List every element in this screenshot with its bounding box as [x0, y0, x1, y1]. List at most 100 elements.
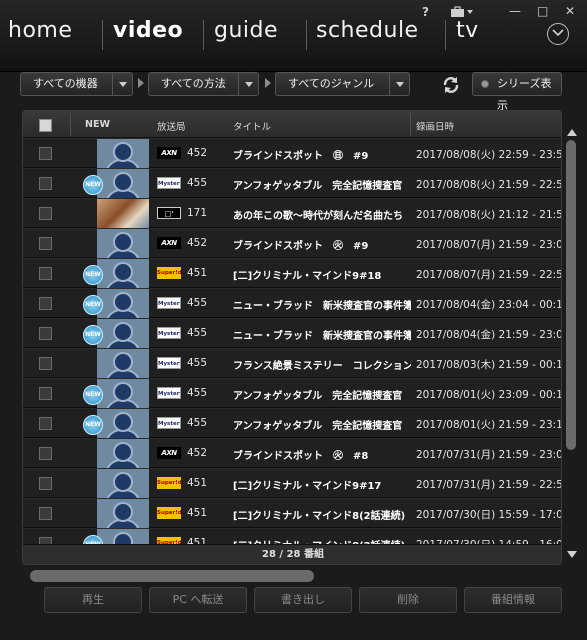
table-row[interactable]: NEW Mystery 455 ニュー・ブラッド 新米捜査官の事件簿 2017/08/0…: [23, 319, 561, 348]
nav-home[interactable]: home: [8, 18, 72, 43]
row-checkbox[interactable]: [39, 507, 52, 520]
nav-divider: [306, 20, 307, 50]
vertical-scrollbar[interactable]: [565, 125, 579, 565]
table-row[interactable]: NEW Mystery 455 アンフォゲッタブル 完全記憶捜査官 2017/08/01…: [23, 379, 561, 408]
channel-number: 455: [187, 327, 208, 339]
row-checkbox[interactable]: [39, 237, 52, 250]
transfer-to-pc-button[interactable]: PC へ転送: [149, 587, 247, 613]
scroll-down-icon[interactable]: [567, 551, 577, 558]
top-navigation: home video guide schedule tv ? — □ ✕: [0, 0, 587, 72]
channel-number: 451: [187, 267, 208, 279]
help-icon[interactable]: ?: [422, 5, 429, 19]
channel-number: 452: [187, 147, 208, 159]
column-header-recorded[interactable]: 録画日時: [416, 119, 454, 133]
device-filter-label: すべての機器: [33, 77, 98, 90]
table-row[interactable]: AXN 452 ブラインドスポット ㊐ #9 2017/08/08(火) 22:59 …: [23, 139, 561, 168]
recorded-datetime: 2017/07/31(月) 21:59 - 22:59: [416, 479, 562, 491]
recorded-datetime: 2017/08/08(火) 21:59 - 22:59: [416, 179, 562, 191]
row-checkbox[interactable]: [39, 477, 52, 490]
breadcrumb-arrow-icon: [138, 78, 144, 88]
channel-number: 451: [187, 537, 208, 544]
table-row[interactable]: NEW Mystery 455 アンフォゲッタブル 完全記憶捜査官 2017/08/08…: [23, 169, 562, 198]
channel-number: 452: [187, 447, 208, 459]
table-row[interactable]: NEWSuper!drama451[二]クリミナル・マインド8(2話連続)201…: [23, 529, 561, 544]
channel-number: 451: [187, 507, 208, 519]
nav-guide[interactable]: guide: [214, 18, 278, 43]
row-checkbox[interactable]: [39, 267, 52, 280]
channel-logo: Super!drama: [157, 267, 181, 279]
table-row[interactable]: Super!drama 451 [二]クリミナル・マインド8(2話連続) 2017/0…: [23, 499, 561, 528]
program-thumbnail: [97, 439, 149, 468]
new-badge-icon: NEW: [83, 385, 103, 405]
row-checkbox[interactable]: [39, 537, 52, 544]
row-checkbox[interactable]: [39, 327, 52, 340]
scroll-up-icon[interactable]: [567, 129, 577, 136]
method-filter-dropdown[interactable]: すべての方法: [148, 72, 259, 96]
person-head-icon: [113, 412, 133, 432]
table-row[interactable]: NEW Mystery 455 ニュー・ブラッド 新米捜査官の事件簿 2017/08/0…: [23, 289, 561, 318]
genre-filter-dropdown[interactable]: すべてのジャンル: [275, 72, 410, 96]
chevron-down-icon: [238, 73, 258, 95]
export-button[interactable]: 書き出し: [254, 587, 352, 613]
horizontal-scroll-thumb[interactable]: [30, 570, 314, 582]
nav-divider: [102, 20, 103, 50]
refresh-icon[interactable]: [440, 74, 462, 96]
chevron-down-icon: [552, 29, 564, 37]
menu-chevron-button[interactable]: [547, 23, 569, 45]
row-checkbox[interactable]: [39, 447, 52, 460]
method-filter-label: すべての方法: [161, 77, 226, 90]
program-thumbnail: [97, 379, 149, 408]
table-row[interactable]: □' 171 あの年この歌～時代が刻んだ名曲たち 2017/08/08(火) 21:1…: [23, 199, 561, 228]
column-header-title[interactable]: タイトル: [233, 119, 271, 133]
table-row[interactable]: NEW Mystery 455 アンフォゲッタブル 完全記憶捜査官 2017/08/01…: [23, 409, 561, 438]
table-row[interactable]: AXN 452 ブラインドスポット ㊋ #8 2017/07/31(月) 21:59 …: [23, 439, 562, 468]
program-title: [二]クリミナル・マインド9#17: [233, 481, 382, 492]
device-filter-dropdown[interactable]: すべての機器: [20, 72, 133, 96]
channel-number: 171: [187, 207, 208, 219]
column-header-new[interactable]: NEW: [85, 119, 110, 130]
nav-schedule[interactable]: schedule: [316, 18, 419, 43]
row-checkbox[interactable]: [39, 357, 52, 370]
delete-button[interactable]: 削除: [359, 587, 457, 613]
table-row[interactable]: AXN 452 ブラインドスポット ㊋ #9 2017/08/07(月) 21:59 …: [23, 229, 561, 258]
close-icon[interactable]: ✕: [565, 4, 575, 18]
row-checkbox[interactable]: [39, 207, 52, 220]
channel-logo: Mystery: [157, 297, 181, 309]
maximize-icon[interactable]: □: [537, 4, 548, 18]
table-row[interactable]: Super!drama 451 [二]クリミナル・マインド9#17 2017/07/3…: [23, 469, 562, 498]
nav-tv[interactable]: tv: [456, 18, 479, 43]
person-head-icon: [113, 232, 133, 252]
vertical-scroll-thumb[interactable]: [566, 140, 576, 450]
minimize-icon[interactable]: —: [509, 4, 521, 18]
row-checkbox[interactable]: [39, 417, 52, 430]
genre-filter-label: すべてのジャンル: [288, 77, 375, 90]
recorded-datetime: 2017/07/31(月) 21:59 - 23:00: [416, 449, 562, 461]
channel-logo: Mystery: [157, 327, 181, 339]
program-thumbnail: [97, 409, 149, 438]
row-checkbox[interactable]: [39, 297, 52, 310]
program-thumbnail: [97, 139, 149, 168]
table-row[interactable]: NEW Super!drama 451 [二]クリミナル・マインド9#18 2017/0…: [23, 259, 561, 288]
program-info-button[interactable]: 番組情報: [464, 587, 562, 613]
person-head-icon: [113, 352, 133, 372]
series-view-label: シリーズ表示: [497, 77, 552, 112]
nav-video[interactable]: video: [113, 18, 183, 43]
program-thumbnail: [97, 529, 149, 544]
channel-logo: Super!drama: [157, 477, 181, 489]
program-thumbnail: [97, 259, 149, 288]
channel-logo: Mystery: [157, 387, 181, 399]
table-row[interactable]: Mystery 455 フランス絶景ミステリー コレクション 2017/08/03(木…: [23, 349, 561, 378]
channel-logo: Super!drama: [157, 507, 181, 519]
column-divider: [410, 113, 411, 136]
play-button[interactable]: 再生: [44, 587, 142, 613]
series-view-toggle[interactable]: シリーズ表示: [472, 72, 562, 112]
row-checkbox[interactable]: [39, 177, 52, 190]
program-title: アンフォゲッタブル 完全記憶捜査官: [233, 181, 403, 192]
row-checkbox[interactable]: [39, 147, 52, 160]
column-header-station[interactable]: 放送局: [157, 119, 186, 133]
select-all-checkbox[interactable]: [39, 119, 52, 132]
person-head-icon: [113, 172, 133, 192]
person-head-icon: [113, 142, 133, 162]
row-checkbox[interactable]: [39, 387, 52, 400]
toolbox-icon[interactable]: [450, 6, 474, 21]
